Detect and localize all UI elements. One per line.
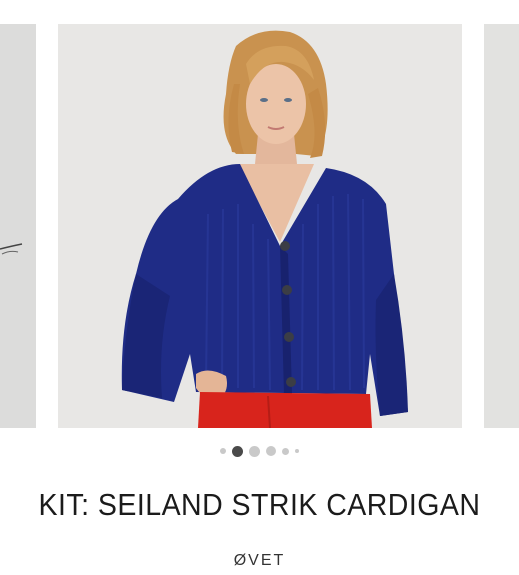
carousel-pagination <box>0 445 519 457</box>
product-title: KIT: SEILAND STRIK CARDIGAN <box>38 487 481 522</box>
product-brand[interactable]: ØVET <box>0 552 519 570</box>
pagination-dot[interactable] <box>249 445 260 457</box>
product-image-carousel[interactable] <box>0 0 519 432</box>
previous-slide-image[interactable] <box>0 24 36 428</box>
next-slide-image[interactable] <box>484 24 519 428</box>
product-main-image[interactable] <box>58 24 462 428</box>
pagination-dot[interactable] <box>282 447 289 455</box>
pagination-dot[interactable] <box>295 449 299 453</box>
pagination-dot-active[interactable] <box>232 445 243 457</box>
pagination-dot[interactable] <box>220 448 226 454</box>
pagination-dot[interactable] <box>266 446 276 456</box>
